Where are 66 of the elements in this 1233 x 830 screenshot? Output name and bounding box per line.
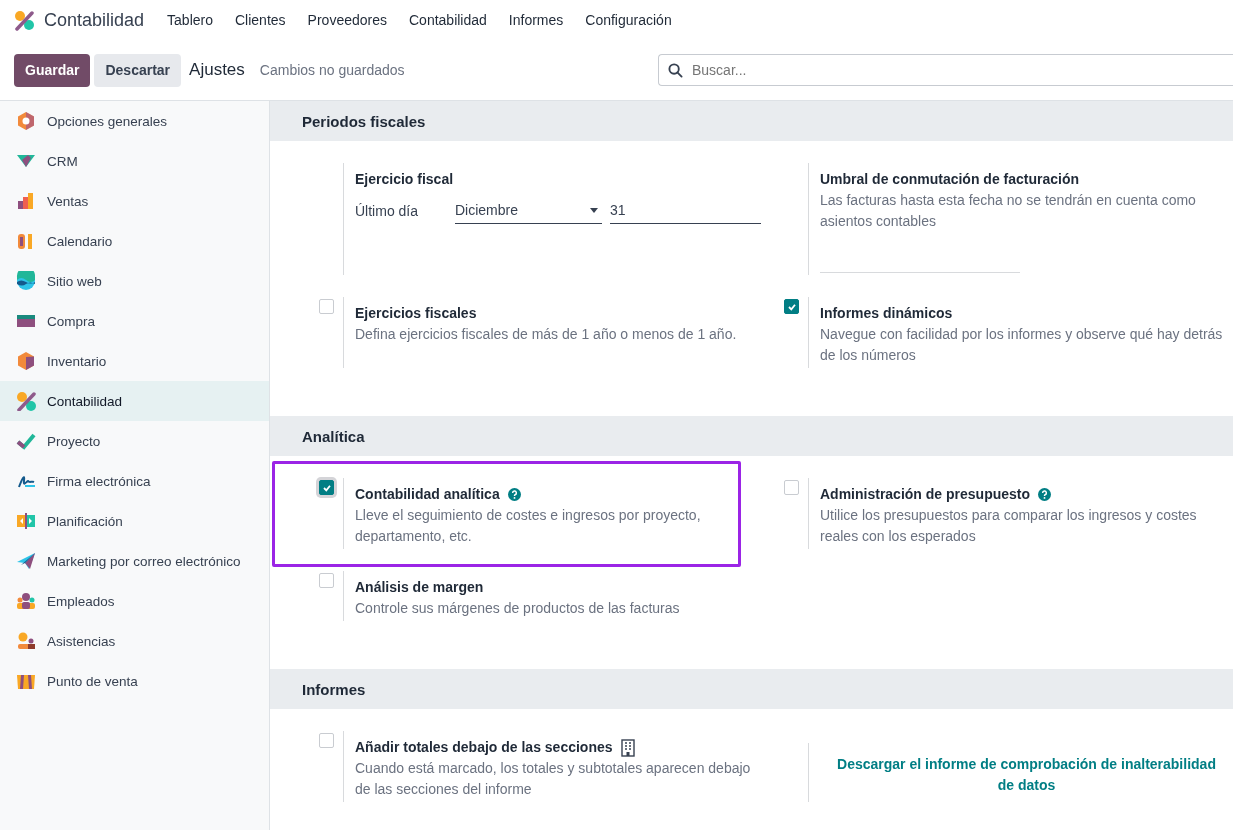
bar-chart-icon (16, 191, 36, 211)
cube-icon (16, 351, 36, 371)
setting-description: Defina ejercicios fiscales de más de 1 año o menos de 1 año. (355, 325, 738, 344)
save-button[interactable]: Guardar (14, 53, 91, 87)
sidebar-item[interactable]: Ventas (0, 181, 269, 221)
menu-item[interactable]: Proveedores (296, 12, 398, 28)
setting-title: Añadir totales debajo de las secciones (355, 738, 613, 757)
caret-icon (590, 208, 598, 213)
setting-description: Las facturas hasta esta fecha no se tendrán en cuenta como asientos contables (820, 191, 1197, 231)
setting-description: Utilice los presupuestos para comparar los ingresos y costes reales con los esperados (820, 506, 1198, 546)
wave-circle-icon (16, 271, 36, 291)
person-icon (16, 631, 36, 651)
day-field[interactable]: 31 (610, 198, 761, 224)
section-title: Periodos fiscales (302, 112, 426, 130)
field-label: Último día (355, 201, 420, 221)
sidebar-item[interactable]: Opciones generales (0, 101, 269, 141)
sidebar-item[interactable]: Proyecto (0, 421, 269, 461)
sidebar-item[interactable]: Asistencias (0, 621, 269, 661)
sidebar-item[interactable]: Compra (0, 301, 269, 341)
section-title: Analítica (302, 427, 365, 445)
sidebar-item[interactable]: Planificación (0, 501, 269, 541)
setting-description: Lleve el seguimiento de costes e ingresos por proyecto, departamento, etc. (355, 506, 702, 546)
setting-title: Informes dinámicos (820, 304, 953, 323)
percent-logo-icon (14, 9, 35, 31)
people-icon (16, 591, 36, 611)
check-icon (786, 301, 797, 312)
discard-button[interactable]: Descartar (94, 53, 182, 87)
sidebar-item[interactable]: Firma electrónica (0, 461, 269, 501)
sidebar-item[interactable]: CRM (0, 141, 269, 181)
setting-description: Navegue con facilidad por los informes y observe qué hay detrás de los números (820, 325, 1224, 365)
checkbox[interactable] (319, 480, 334, 495)
setting-description: Cuando está marcado, los totales y subtotales aparecen debajo de las secciones del informe (355, 759, 752, 799)
section-title: Informes (302, 680, 366, 698)
sidebar-item[interactable]: Calendario (0, 221, 269, 261)
checkmark-icon (16, 431, 36, 451)
menu-item[interactable]: Contabilidad (398, 12, 498, 28)
download-link[interactable]: Descargar el informe de comprobación de inalterabilidad de datos (820, 753, 1233, 796)
unsaved-status: Cambios no guardados (259, 62, 405, 78)
app-brand[interactable]: Contabilidad (14, 9, 145, 31)
check-icon (321, 482, 332, 493)
search-icon (668, 63, 683, 78)
sidebar-item[interactable]: Inventario (0, 341, 269, 381)
setting-description: Controle sus márgenes de productos de las facturas (355, 599, 681, 618)
paper-plane-icon (16, 551, 36, 571)
menu-item[interactable]: Tablero (156, 12, 224, 28)
menu-item[interactable]: Configuración (574, 12, 683, 28)
menu-item[interactable]: Clientes (224, 12, 297, 28)
setting-title: Análisis de margen (355, 578, 484, 597)
menu-item[interactable]: Informes (497, 12, 575, 28)
setting-title: Ejercicio fiscal (355, 170, 455, 189)
sidebar-item[interactable]: Contabilidad (0, 381, 269, 421)
setting-title: Ejercicios fiscales (355, 304, 477, 323)
sidebar-item[interactable]: Empleados (0, 581, 269, 621)
breadcrumb: Ajustes (189, 60, 245, 80)
hexagon-icon (16, 111, 36, 131)
sidebar-item[interactable]: Punto de venta (0, 661, 269, 701)
month-select[interactable]: Diciembre (455, 198, 602, 224)
setting-title: Contabilidad analítica (355, 485, 500, 504)
percent-icon (16, 391, 36, 411)
sidebar-item[interactable]: Sitio web (0, 261, 269, 301)
sidebar-item[interactable]: Marketing por correo electrónico (0, 541, 269, 581)
checkbox[interactable] (784, 299, 799, 314)
split-panel-icon (16, 511, 36, 531)
search-field[interactable]: Buscar... (658, 54, 1233, 86)
setting-title: Administración de presupuesto (820, 485, 1031, 504)
setting-title: Umbral de conmutación de facturación (820, 170, 1081, 189)
